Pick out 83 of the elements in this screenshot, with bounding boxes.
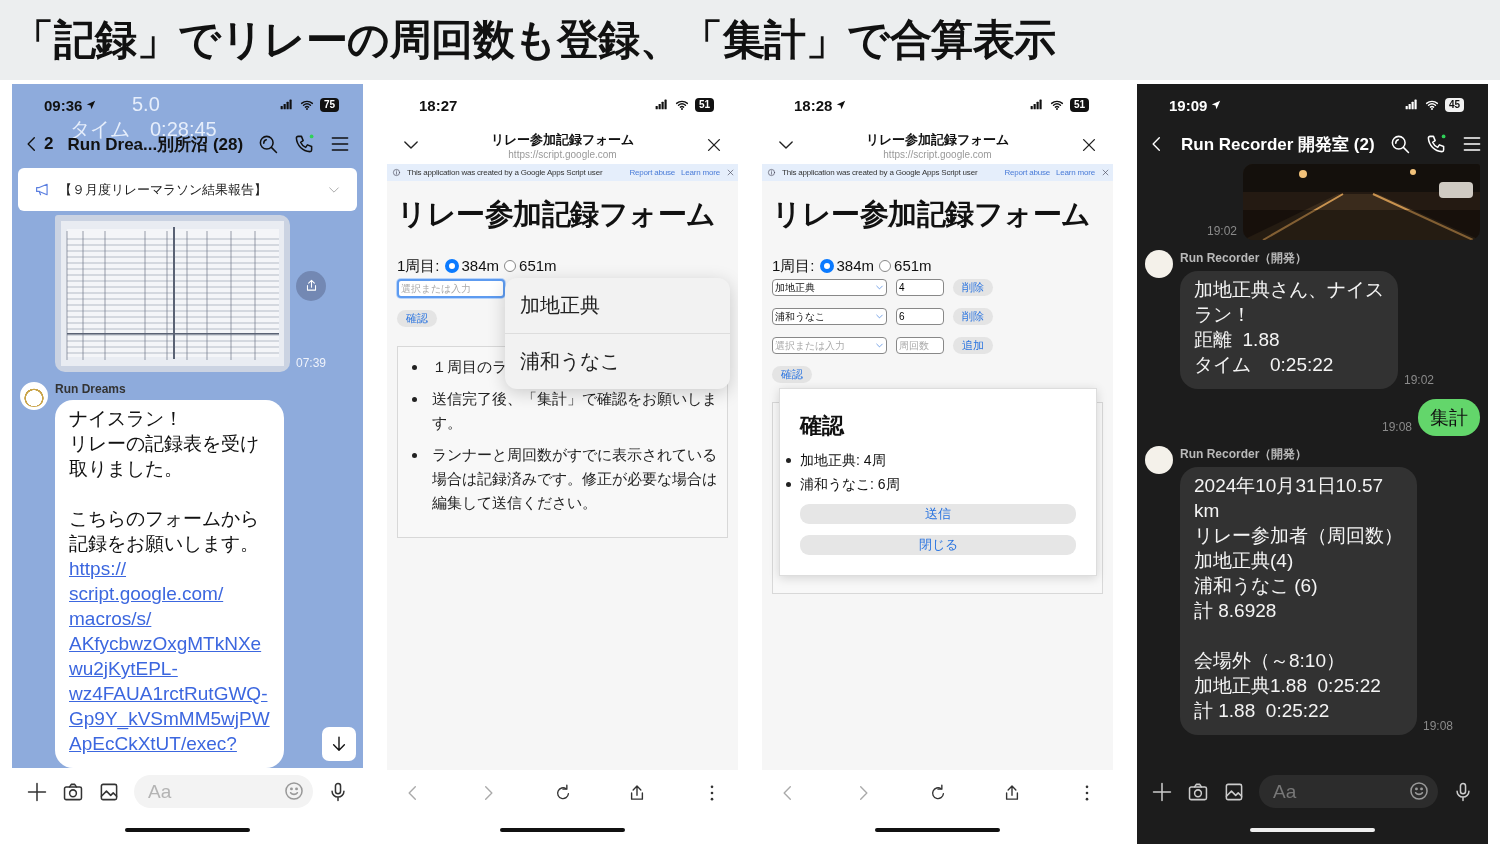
announcement-banner[interactable]: 【９月度リレーマラソン結果報告】 [18,168,357,211]
note-text: １周目のラ [432,357,507,377]
message-text: 集計 [1430,406,1468,430]
row-action-button[interactable]: 削除 [953,308,993,325]
message-input[interactable]: Aa [1259,775,1438,808]
message-text: km [1194,499,1221,523]
message-text: 距離 1.88 [1194,328,1281,352]
message-text: リレー参加者（周回数） [1194,524,1403,548]
notice-text: This application was created by a Google Apps Script user [782,168,979,177]
dialog-title: 確認 [800,412,846,440]
lap-label: 1周目: [397,257,440,275]
message-time: 19:02 [1206,224,1237,240]
status-time: 19:09 [1169,96,1208,114]
sender-name: Run Recorder（開発） [1180,250,1309,267]
notice-link[interactable]: Report abuse [629,168,676,177]
sender-name: Run Dreams [55,382,127,396]
battery-indicator: 45 [1444,98,1464,112]
notice-link[interactable]: Learn more [681,168,720,177]
chat-title: Run Recorder 開発室 (2) [1181,133,1375,156]
note-text: 送信完了後、「集計」で確認をお願いします。 [432,389,717,433]
message-link[interactable]: https:// script.google.com/ macros/s/ AKfycbwzOxgMTkNXe wu2jKytEPL- wz4FAUA1rctRutGWQ- Gp9Y_kVSmMM5wjPW ApEcCkXtUT/exec? [69,556,270,756]
announcement-text: 【９月度リレーマラソン結果報告】 [59,180,268,199]
message-time: 19:08 [1381,420,1412,436]
lap-label: 1周目: [772,257,815,275]
radio-label[interactable]: 384m [836,257,875,275]
message-text: 浦和うなこ (6) [1194,574,1319,598]
sender-name: Run Recorder（開発） [1180,446,1309,463]
note-text: ランナーと周回数がすでに表示されている場合は記録済みです。修正が必要な場合は編集して送信ください。 [432,445,717,513]
battery-indicator: 51 [694,98,714,112]
notice-text: This application was created by a Google Apps Script user [407,168,604,177]
notice-link[interactable]: Report abuse [1004,168,1051,177]
page-title: リレー参加記録フォーム [866,130,1009,149]
page-url: https://script.google.com [883,148,992,160]
message-input[interactable]: Aa [134,775,313,808]
row-action-button[interactable]: 追加 [953,337,993,354]
page-title: リレー参加記録フォーム [491,130,634,149]
message-text: ラン！ [1194,303,1252,327]
message-text: ナイスラン！ [69,407,184,431]
notice-link[interactable]: Learn more [1056,168,1095,177]
message-text: 記録をお願いします。 [69,532,260,556]
back-button[interactable]: 2 [22,134,54,154]
confirm-button[interactable]: 確認 [772,366,812,383]
status-time: 18:27 [419,96,458,114]
message-text: 取りました。 [69,457,184,481]
message-text: 会場外（～8:10） [1194,649,1346,673]
dropdown-option[interactable]: 浦和うなこ [505,333,730,389]
dialog-button[interactable]: 閉じる [800,535,1076,555]
message-text: 計 8.6928 [1194,599,1278,623]
radio-label[interactable]: 384m [461,257,500,275]
confirm-button[interactable]: 確認 [397,310,437,327]
laps-field[interactable]: 4 [896,279,944,296]
runner-select[interactable]: 加地正典 [772,279,887,296]
faded-message-text: 5.0 [132,92,161,117]
message-text: こちらのフォームから [69,507,260,531]
dropdown-option[interactable]: 加地正典 [505,278,730,333]
message-text: 加地正典さん、ナイス [1194,278,1384,302]
status-time: 09:36 [44,96,83,114]
message-text: タイム 0:25:22 [1194,353,1335,377]
message-time: 07:39 [296,356,327,372]
message-text: 加地正典(4) [1194,549,1295,573]
laps-field[interactable]: 6 [896,308,944,325]
radio-label[interactable]: 651m [894,257,932,275]
runner-select[interactable]: 浦和うなこ [772,308,887,325]
summary-item: 浦和うなこ: 6周 [800,475,900,493]
message-text: 計 1.88 0:25:22 [1194,699,1331,723]
message-time: 19:02 [1404,373,1435,389]
summary-item: 加地正典: 4周 [800,451,886,469]
message-time: 19:08 [1423,719,1454,735]
runner-input[interactable]: 選択または入力 [397,279,505,298]
form-heading: リレー参加記録フォーム [397,197,716,232]
form-heading: リレー参加記録フォーム [772,197,1091,232]
message-text: リレーの記録表を受け [69,432,260,456]
radio-label[interactable]: 651m [519,257,557,275]
message-text: 加地正典1.88 0:25:22 [1194,674,1382,698]
slide-title: 「記録」でリレーの周回数も登録、「集計」で合算表示 [12,14,1056,65]
status-time: 18:28 [794,96,833,114]
page-url: https://script.google.com [508,148,617,160]
battery-indicator: 51 [1069,98,1089,112]
battery-indicator: 75 [319,98,339,112]
message-text: 2024年10月31日10.57 [1194,474,1385,498]
dialog-button[interactable]: 送信 [800,504,1076,524]
row-action-button[interactable]: 削除 [953,279,993,296]
laps-field[interactable]: 周回数 [896,337,944,354]
